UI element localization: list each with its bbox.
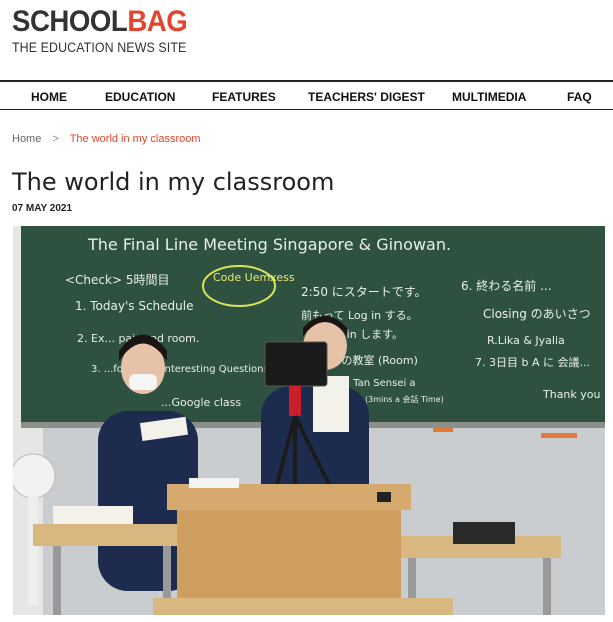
site-tagline: THE EDUCATION NEWS SITE xyxy=(12,40,187,55)
site-logo[interactable]: SCHOOLBAG THE EDUCATION NEWS SITE xyxy=(12,5,203,56)
svg-text:<Check> 5時間目: <Check> 5時間目 xyxy=(65,273,169,287)
breadcrumb-separator: > xyxy=(52,133,59,145)
nav-faq[interactable]: FAQ xyxy=(567,90,592,104)
svg-text:6. 終わる名前 ...: 6. 終わる名前 ... xyxy=(461,278,552,293)
svg-text:(3mins a 会話 Time): (3mins a 会話 Time) xyxy=(365,394,444,404)
article-photo: The Final Line Meeting Singapore & Ginow… xyxy=(13,226,605,615)
svg-text:R.Lika & Jyalia: R.Lika & Jyalia xyxy=(487,334,565,347)
nav-education[interactable]: EDUCATION xyxy=(105,90,175,104)
page-title: The world in my classroom xyxy=(12,168,335,196)
tablet-on-tripod xyxy=(264,341,328,387)
svg-text:2:50 にスタートです。: 2:50 にスタートです。 xyxy=(301,285,427,299)
article-date: 07 MAY 2021 xyxy=(12,203,73,214)
svg-text:Thank you: Thank you xyxy=(542,388,600,401)
svg-text:7. 3日目 b A に 会議...: 7. 3日目 b A に 会議... xyxy=(475,355,590,369)
nav-multimedia[interactable]: MULTIMEDIA xyxy=(452,90,526,104)
logo-wordmark: SCHOOLBAG xyxy=(12,5,188,38)
svg-text:1. Today's Schedule: 1. Today's Schedule xyxy=(75,299,193,313)
breadcrumb-home[interactable]: Home xyxy=(12,133,41,145)
svg-text:Closing のあいさつ: Closing のあいさつ xyxy=(483,307,591,321)
nav-home[interactable]: HOME xyxy=(31,90,67,104)
breadcrumb: Home > The world in my classroom xyxy=(12,133,201,145)
svg-text:3. ...for Some interesting Que: 3. ...for Some interesting Questions xyxy=(91,364,269,375)
svg-text:...Google class: ...Google class xyxy=(161,396,241,409)
main-nav: HOME EDUCATION FEATURES TEACHERS' DIGEST… xyxy=(0,80,613,110)
nav-teachers-digest[interactable]: TEACHERS' DIGEST xyxy=(308,90,425,104)
breadcrumb-current: The world in my classroom xyxy=(69,133,201,145)
svg-text:The Final Line Meeting Singapo: The Final Line Meeting Singapore & Ginow… xyxy=(87,235,451,254)
nav-features[interactable]: FEATURES xyxy=(212,90,276,104)
svg-text:Code Uemxess: Code Uemxess xyxy=(213,271,295,284)
